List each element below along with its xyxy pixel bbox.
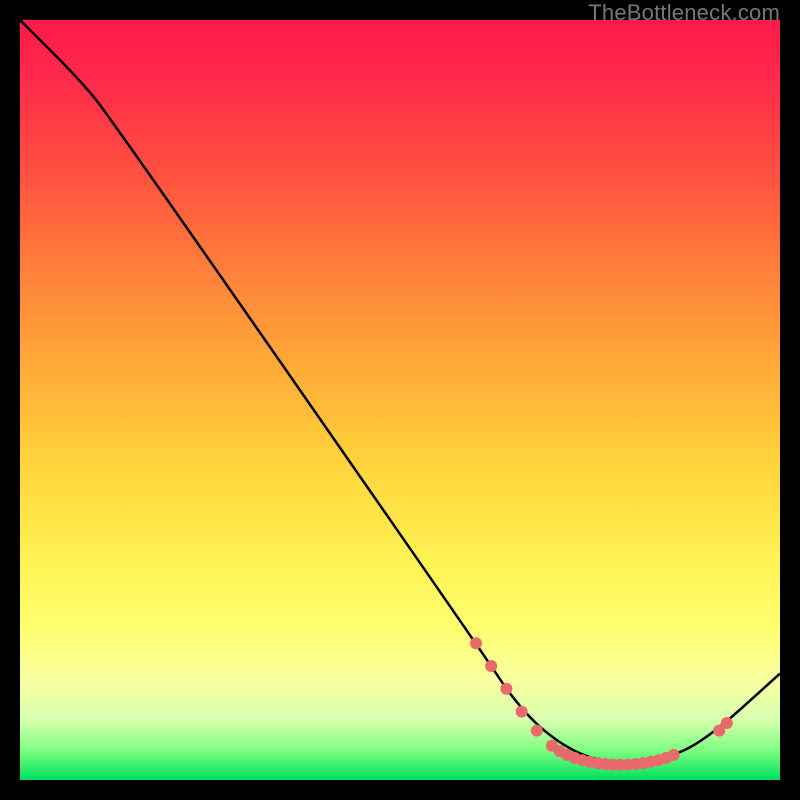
data-marker: [485, 660, 497, 672]
watermark-text: TheBottleneck.com: [588, 0, 780, 26]
data-marker: [516, 706, 528, 718]
data-marker: [500, 683, 512, 695]
line-layer: [20, 20, 780, 763]
marker-layer: [470, 637, 733, 771]
bottleneck-curve-path: [20, 20, 780, 763]
data-marker: [531, 725, 543, 737]
chart-container: TheBottleneck.com: [0, 0, 800, 800]
data-marker: [470, 637, 482, 649]
plot-area: [20, 20, 780, 780]
data-marker: [721, 717, 733, 729]
data-marker: [668, 749, 680, 761]
chart-svg: [20, 20, 780, 780]
